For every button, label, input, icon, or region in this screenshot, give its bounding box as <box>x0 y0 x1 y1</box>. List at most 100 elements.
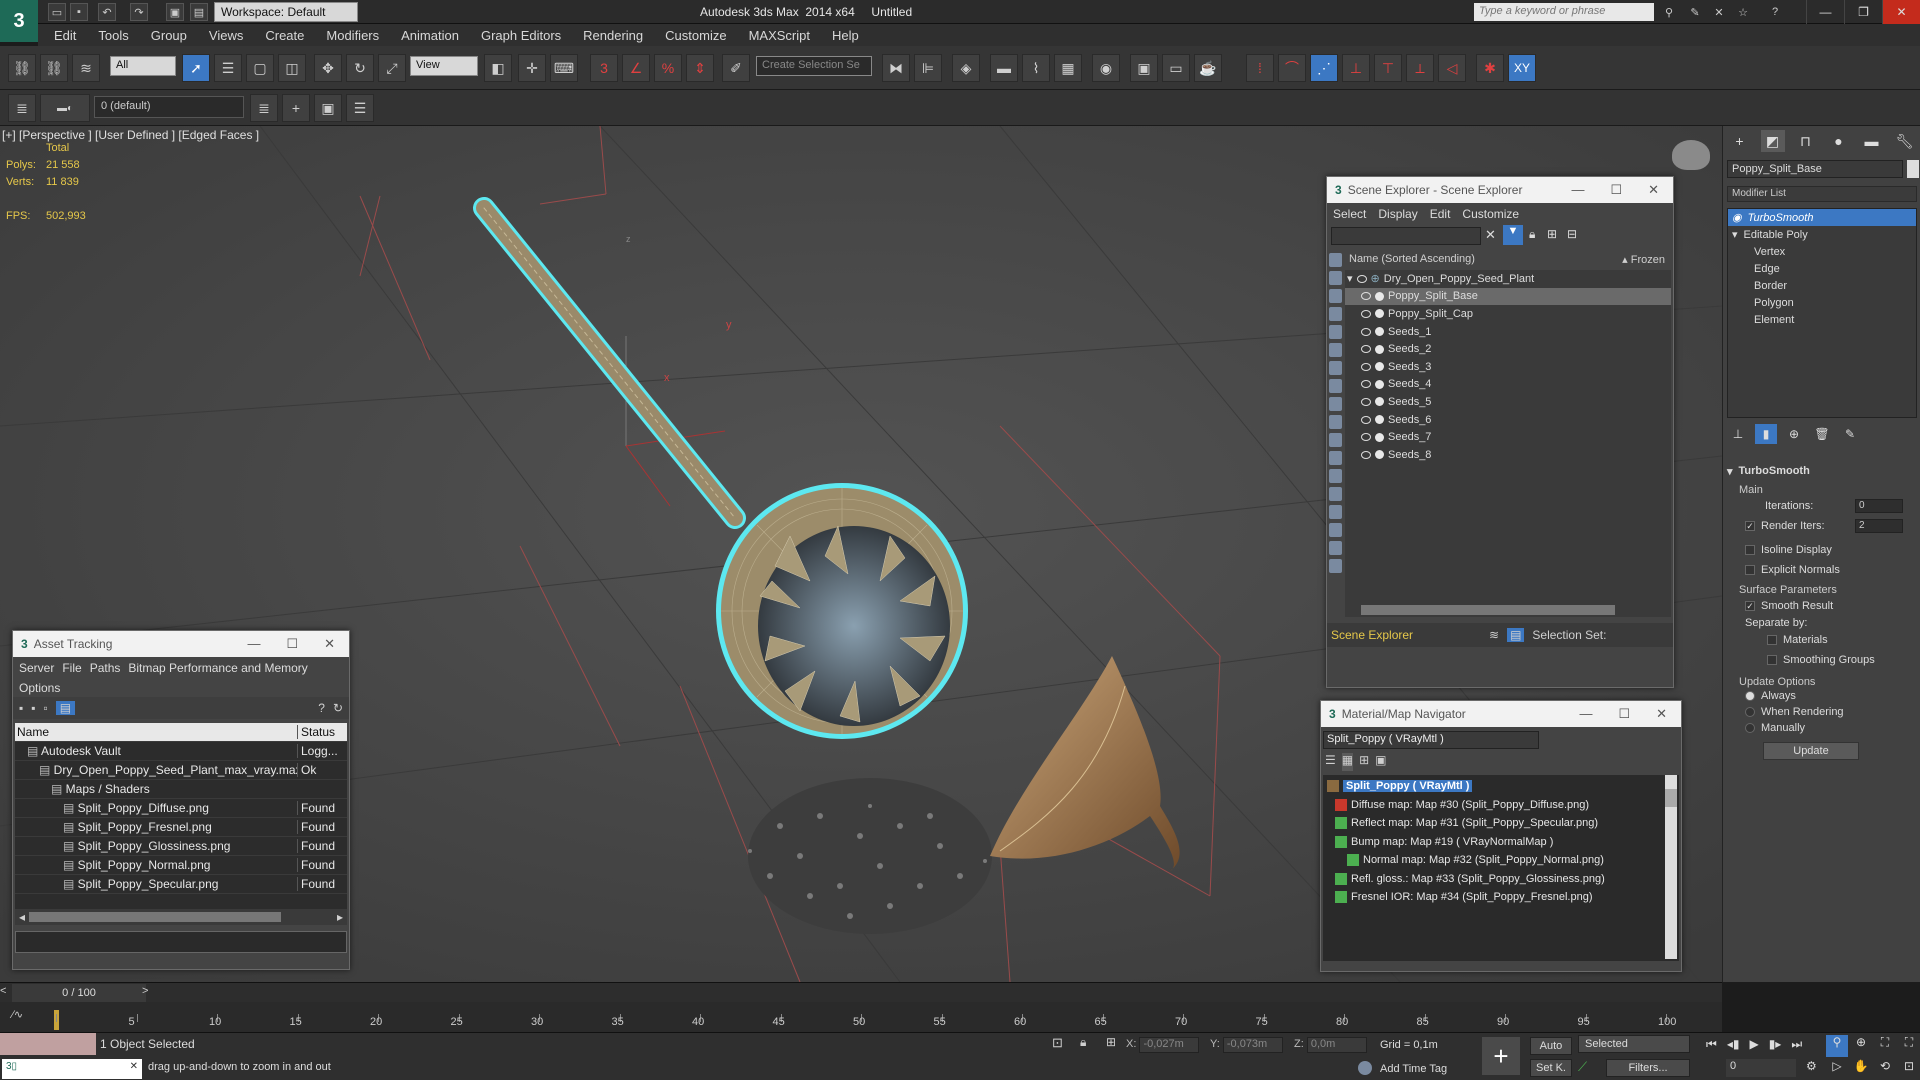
constraint-grid-icon[interactable]: ⁞ <box>1246 54 1274 82</box>
modify-tab-icon[interactable]: ◩ <box>1760 130 1785 152</box>
material-map-row[interactable]: Diffuse map: Map #30 (Split_Poppy_Diffus… <box>1327 796 1675 815</box>
render-setup-icon[interactable]: ▣ <box>1130 54 1158 82</box>
open-icon[interactable]: ▭ <box>48 3 66 21</box>
scene-item-row[interactable]: Seeds_7 <box>1345 428 1671 446</box>
redo-icon[interactable]: ↷ <box>130 3 148 21</box>
maxscript-close-icon[interactable]: ✕ <box>130 1061 138 1077</box>
slider-left-icon[interactable]: < <box>0 985 6 997</box>
asset-row[interactable]: ▤ Split_Poppy_Fresnel.png Found <box>15 818 347 837</box>
graphite-modeling-icon[interactable]: ▬ <box>990 54 1018 82</box>
binoculars-icon[interactable]: ⚲ <box>1660 3 1678 21</box>
at-menu-bitmap[interactable]: Bitmap Performance and Memory <box>128 661 307 675</box>
small-icons-icon[interactable]: ⊞ <box>1359 753 1369 771</box>
visibility-eye-icon[interactable] <box>1361 380 1371 389</box>
menu-customize[interactable]: Customize <box>665 28 726 43</box>
se-side-icon[interactable] <box>1328 559 1342 573</box>
named-selection-dropdown[interactable]: Create Selection Se <box>756 56 872 76</box>
modifier-stack-item[interactable]: ◉ TurboSmooth <box>1728 209 1916 226</box>
render-production-icon[interactable]: ☕ <box>1194 54 1222 82</box>
menu-edit[interactable]: Edit <box>54 28 76 43</box>
visibility-eye-icon[interactable] <box>1361 327 1371 336</box>
menu-maxscript[interactable]: MAXScript <box>749 28 810 43</box>
se-side-icon[interactable] <box>1328 325 1342 339</box>
layer-dropdown[interactable]: 0 (default) <box>94 96 244 118</box>
at-help-icon[interactable]: ? <box>318 701 325 715</box>
constraint-x-icon[interactable]: ⊥ <box>1342 54 1370 82</box>
window-crossing-icon[interactable]: ◫ <box>278 54 306 82</box>
time-tag-icon[interactable] <box>1358 1061 1372 1075</box>
minimize-icon[interactable]: — <box>247 636 260 652</box>
key-icon[interactable]: ✎ <box>1686 3 1704 21</box>
menu-rendering[interactable]: Rendering <box>583 28 643 43</box>
minimize-icon[interactable]: — <box>1806 0 1844 24</box>
motion-tab-icon[interactable]: ● <box>1827 130 1851 152</box>
maximize-icon[interactable]: ☐ <box>286 636 298 652</box>
rollout-header[interactable]: ▾ TurboSmooth <box>1727 462 1917 480</box>
add-time-tag[interactable]: Add Time Tag <box>1380 1063 1447 1075</box>
constraint-red-icon[interactable]: ⌒ <box>1278 54 1306 82</box>
create-layer-icon[interactable]: + <box>282 94 310 122</box>
help-icon[interactable]: ? <box>1766 3 1784 21</box>
utilities-tab-icon[interactable]: 🔧︎ <box>1893 130 1917 152</box>
clear-search-icon[interactable]: ✕ <box>1485 227 1496 243</box>
selection-lock-icon[interactable]: 🔒︎ <box>1080 1035 1086 1050</box>
prev-frame-icon[interactable]: ◂▮ <box>1727 1037 1740 1052</box>
unlink-icon[interactable]: ⛓ <box>40 54 68 82</box>
modifier-stack-item[interactable]: Border <box>1728 277 1916 294</box>
render-toggle-icon[interactable] <box>1375 379 1384 389</box>
constraint-y-icon[interactable]: ⊤ <box>1374 54 1402 82</box>
material-map-row[interactable]: Reflect map: Map #31 (Split_Poppy_Specul… <box>1327 814 1675 833</box>
y-field[interactable]: -0,073m <box>1222 1037 1283 1053</box>
rotate-icon[interactable]: ↻ <box>346 54 374 82</box>
z-field[interactable]: 0,0m <box>1306 1037 1367 1053</box>
remove-modifier-icon[interactable]: 🗑︎ <box>1811 424 1833 444</box>
workspace-dropdown[interactable]: Workspace: Default <box>214 2 358 22</box>
asset-row[interactable]: ▤ Split_Poppy_Normal.png Found <box>15 856 347 875</box>
layer-explorer-icon[interactable]: ≋ <box>1489 628 1499 642</box>
at-menu-server[interactable]: Server <box>19 661 54 675</box>
update-button[interactable]: Update <box>1763 742 1859 760</box>
select-by-name-icon[interactable]: ☰ <box>214 54 242 82</box>
scene-item-row[interactable]: Seeds_5 <box>1345 393 1671 411</box>
scene-item-row[interactable]: Poppy_Split_Cap <box>1345 305 1671 323</box>
render-toggle-icon[interactable] <box>1375 291 1384 301</box>
menu-create[interactable]: Create <box>265 28 304 43</box>
menu-group[interactable]: Group <box>151 28 187 43</box>
manually-radio[interactable] <box>1745 723 1755 733</box>
frame-indicator[interactable]: 0 / 100 <box>12 984 146 1002</box>
asset-row[interactable]: ▤ Autodesk Vault Logg... <box>15 742 347 761</box>
scale-icon[interactable]: ⤢ <box>378 54 406 82</box>
se-side-icon[interactable] <box>1328 379 1342 393</box>
at-menu-file[interactable]: File <box>62 661 81 675</box>
se-side-icon[interactable] <box>1328 397 1342 411</box>
material-editor-icon[interactable]: ◉ <box>1092 54 1120 82</box>
asset-row[interactable]: ▤ Split_Poppy_Glossiness.png Found <box>15 837 347 856</box>
collapse-icon[interactable]: ▾ <box>1727 465 1733 478</box>
show-end-result-icon[interactable]: ▮ <box>1755 424 1777 444</box>
column-frozen-header[interactable]: ▴ Frozen <box>1622 253 1665 270</box>
align-icon[interactable]: ⊫ <box>914 54 942 82</box>
scroll-right-icon[interactable]: ▸ <box>333 910 347 924</box>
orbit-icon[interactable]: ⟲ <box>1874 1059 1896 1080</box>
x-field[interactable]: -0,027m <box>1139 1037 1200 1053</box>
material-map-row[interactable]: Refl. gloss.: Map #33 (Split_Poppy_Gloss… <box>1327 870 1675 889</box>
material-vscrollbar[interactable] <box>1665 775 1677 959</box>
scene-search-input[interactable] <box>1331 227 1481 245</box>
se-side-icon[interactable] <box>1328 523 1342 537</box>
column-name-header[interactable]: Name (Sorted Ascending) <box>1349 253 1475 270</box>
zoom-extents-icon[interactable]: ⛶ <box>1874 1035 1896 1057</box>
render-toggle-icon[interactable] <box>1375 432 1384 442</box>
smoothing-groups-checkbox[interactable] <box>1767 655 1777 665</box>
se-menu-select[interactable]: Select <box>1333 207 1366 221</box>
key-mode-icon[interactable]: ⟋ <box>1578 1059 1587 1075</box>
keyboard-shortcut-icon[interactable]: ⌨ <box>550 54 578 82</box>
render-toggle-icon[interactable] <box>1375 450 1384 460</box>
isolate-selection-icon[interactable]: ⊡ <box>1052 1035 1063 1051</box>
visibility-eye-icon[interactable] <box>1361 397 1371 406</box>
scene-item-row[interactable]: Poppy_Split_Base <box>1345 287 1671 306</box>
menu-views[interactable]: Views <box>209 28 243 43</box>
scene-item-row[interactable]: Seeds_4 <box>1345 376 1671 394</box>
maximize-viewport-icon[interactable]: ⊡ <box>1898 1059 1920 1080</box>
modifier-stack-item[interactable]: Polygon <box>1728 294 1916 311</box>
scene-item-row[interactable]: Seeds_8 <box>1345 446 1671 464</box>
